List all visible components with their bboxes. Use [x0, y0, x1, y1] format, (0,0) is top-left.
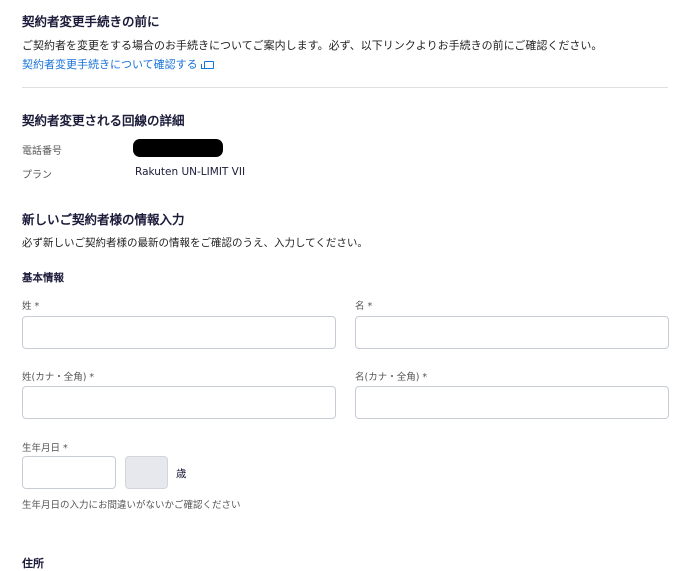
last-name-input[interactable] — [22, 316, 336, 349]
contract-change-link-label[interactable]: 契約者変更手続きについて確認する — [22, 58, 198, 71]
plan-label: プラン — [22, 170, 52, 181]
notice-description: ご契約者を変更をする場合のお手続きについてご案内します。必ず、以下リンクよりお手… — [22, 39, 603, 52]
age-suffix: 歳 — [176, 468, 187, 480]
first-name-kana-input[interactable] — [355, 386, 669, 419]
section-divider — [22, 87, 668, 88]
external-link-icon — [200, 61, 214, 69]
last-name-label: 姓 * — [22, 301, 40, 312]
contract-change-link[interactable]: 契約者変更手続きについて確認する — [22, 53, 214, 72]
first-name-label: 名 * — [355, 301, 373, 312]
first-name-kana-label: 名(カナ・全角) * — [355, 372, 428, 383]
basic-info-title: 基本情報 — [22, 272, 64, 284]
last-name-kana-label: 姓(カナ・全角) * — [22, 372, 95, 383]
new-contractor-title: 新しいご契約者様の情報入力 — [22, 212, 185, 227]
birthdate-label: 生年月日 * — [22, 443, 68, 454]
phone-number-redacted — [133, 139, 223, 157]
age-display — [125, 456, 168, 489]
address-title: 住所 — [22, 557, 44, 570]
plan-value: Rakuten UN-LIMIT VII — [135, 166, 246, 178]
birthdate-input[interactable] — [22, 456, 116, 489]
new-contractor-description: 必ず新しいご契約者様の最新の情報をご確認のうえ、入力してください。 — [22, 237, 368, 249]
first-name-input[interactable] — [355, 316, 669, 349]
notice-title: 契約者変更手続きの前に — [22, 14, 160, 29]
birthdate-note: 生年月日の入力にお間違いがないかご確認ください — [22, 500, 241, 511]
phone-number-label: 電話番号 — [22, 146, 62, 157]
last-name-kana-input[interactable] — [22, 386, 336, 419]
line-details-title: 契約者変更される回線の詳細 — [22, 113, 185, 128]
